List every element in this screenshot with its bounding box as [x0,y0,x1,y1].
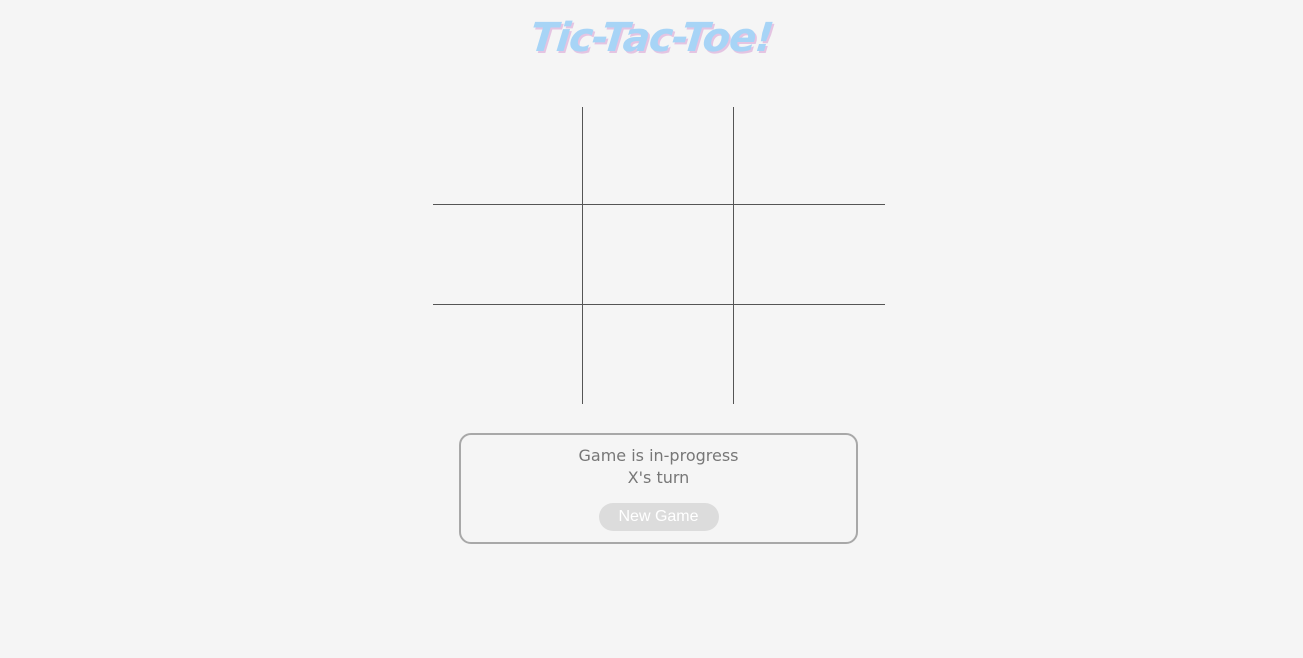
game-board [433,107,885,404]
status-panel: Game is in-progress X's turn New Game [459,433,858,544]
board-cell-7[interactable] [583,305,734,404]
board-cell-5[interactable] [734,205,885,305]
game-state-text: Game is in-progress [578,446,739,465]
board-cell-8[interactable] [734,305,885,404]
game-page: Tic-Tac-Toe! Game is in-progress X's tur… [0,0,1303,658]
turn-indicator: X's turn [627,468,690,487]
page-title: Tic-Tac-Toe! [527,15,776,61]
new-game-button[interactable]: New Game [598,503,719,531]
board-cell-3[interactable] [433,205,583,305]
board-cell-4[interactable] [583,205,734,305]
board-cell-0[interactable] [433,107,583,205]
board-cell-1[interactable] [583,107,734,205]
board-cell-6[interactable] [433,305,583,404]
board-cell-2[interactable] [734,107,885,205]
